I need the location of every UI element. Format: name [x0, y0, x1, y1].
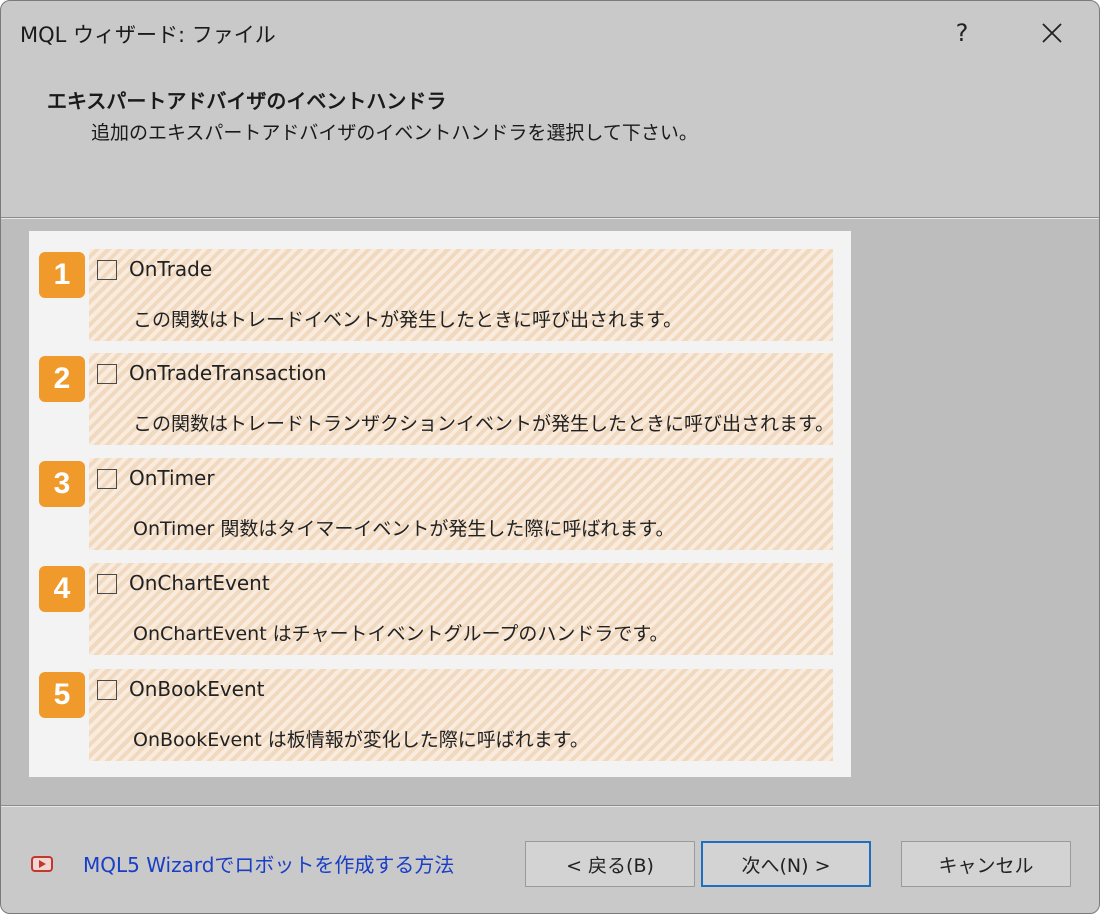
handler-item-ontradetransaction: OnTradeTransaction この関数はトレードトランザクションイベント… — [89, 353, 835, 445]
handler-description: OnTimer 関数はタイマーイベントが発生した際に呼ばれます。 — [133, 518, 675, 540]
onchartevent-checkbox[interactable] — [97, 574, 117, 594]
next-button[interactable]: 次へ(N) > — [701, 841, 871, 887]
step-badge-2: 2 — [39, 356, 85, 402]
wizard-dialog: MQL ウィザード: ファイル ? エキスパートアドバイザのイベントハンドラ 追… — [0, 0, 1100, 914]
close-icon — [1042, 23, 1062, 43]
handler-name[interactable]: OnBookEvent — [129, 677, 265, 701]
handler-description: OnChartEvent はチャートイベントグループのハンドラです。 — [133, 623, 669, 645]
step-badge-5: 5 — [39, 672, 85, 718]
ontimer-checkbox[interactable] — [97, 469, 117, 489]
back-button[interactable]: < 戻る(B) — [525, 841, 695, 887]
onbookevent-checkbox[interactable] — [97, 680, 117, 700]
ontradetransaction-checkbox[interactable] — [97, 364, 117, 384]
step-badge-4: 4 — [39, 566, 85, 612]
page-heading: エキスパートアドバイザのイベントハンドラ — [47, 89, 447, 113]
handler-item-onchartevent: OnChartEvent OnChartEvent はチャートイベントグループの… — [89, 563, 833, 655]
footer-divider — [1, 805, 1099, 807]
handler-description: この関数はトレードトランザクションイベントが発生したときに呼び出されます。 — [133, 413, 835, 435]
step-badge-1: 1 — [39, 252, 85, 298]
help-button[interactable]: ? — [939, 11, 985, 55]
handler-description: OnBookEvent は板情報が変化した際に呼ばれます。 — [133, 729, 589, 751]
close-button[interactable] — [1029, 11, 1075, 55]
cancel-button[interactable]: キャンセル — [901, 841, 1071, 887]
step-badge-3: 3 — [39, 461, 85, 507]
handler-item-ontimer: OnTimer OnTimer 関数はタイマーイベントが発生した際に呼ばれます。 — [89, 458, 833, 550]
page-subheading: 追加のエキスパートアドバイザのイベントハンドラを選択して下さい。 — [91, 122, 698, 144]
handler-name[interactable]: OnTradeTransaction — [129, 361, 327, 385]
handler-name[interactable]: OnChartEvent — [129, 571, 270, 595]
ontrade-checkbox[interactable] — [97, 260, 117, 280]
video-play-icon — [31, 855, 53, 872]
wizard-help-link[interactable]: MQL5 Wizardでロボットを作成する方法 — [31, 849, 454, 878]
handler-name[interactable]: OnTimer — [129, 466, 215, 490]
handler-description: この関数はトレードイベントが発生したときに呼び出されます。 — [133, 309, 683, 331]
handler-name[interactable]: OnTrade — [129, 257, 212, 281]
handler-item-onbookevent: OnBookEvent OnBookEvent は板情報が変化した際に呼ばれます… — [89, 669, 833, 761]
help-link-text[interactable]: MQL5 Wizardでロボットを作成する方法 — [83, 849, 454, 878]
title-bar: MQL ウィザード: ファイル ? — [1, 1, 1099, 65]
handler-item-ontrade: OnTrade この関数はトレードイベントが発生したときに呼び出されます。 — [89, 249, 833, 341]
window-title: MQL ウィザード: ファイル — [20, 23, 276, 47]
